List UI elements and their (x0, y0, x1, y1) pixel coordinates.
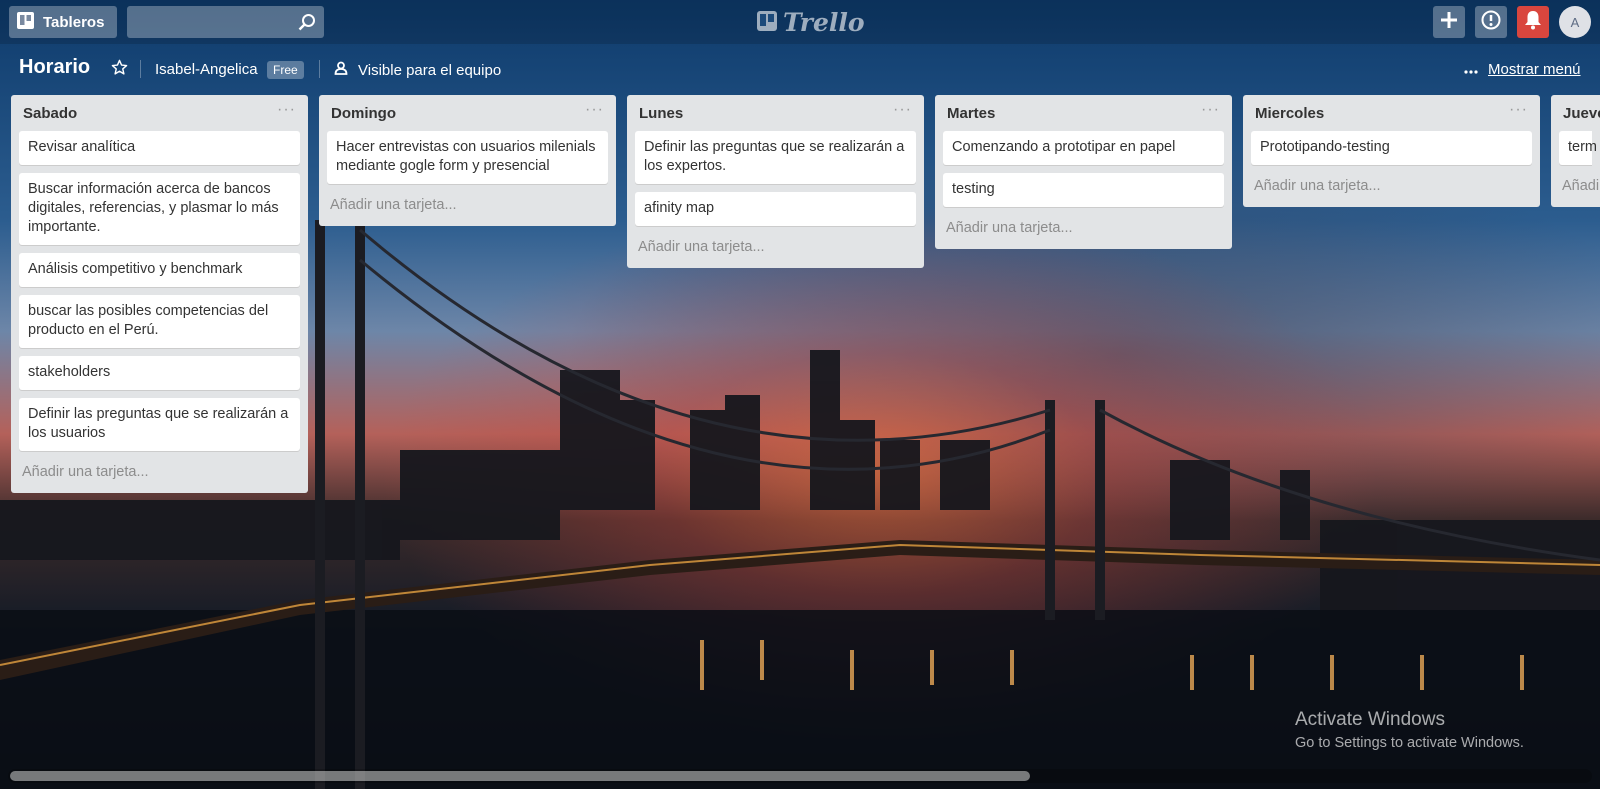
list-header[interactable]: Lunes ··· (635, 95, 916, 131)
list-title[interactable]: Martes (947, 105, 995, 122)
info-icon (1481, 10, 1501, 35)
card[interactable]: Prototipando-testing (1251, 131, 1532, 165)
list-miercoles: Miercoles ··· Prototipando-testing Añadi… (1243, 95, 1540, 207)
boards-label: Tableros (43, 13, 105, 31)
watermark-subtitle: Go to Settings to activate Windows. (1295, 735, 1524, 751)
add-card-button[interactable]: Añadir una tarjeta... (1251, 173, 1532, 201)
list-sabado: Sabado ··· Revisar analítica Buscar info… (11, 95, 308, 493)
notifications-button[interactable] (1517, 6, 1549, 38)
list-header[interactable]: Jueves (1559, 95, 1600, 131)
boards-button[interactable]: Tableros (9, 6, 117, 38)
list-menu-icon[interactable]: ··· (1201, 101, 1220, 119)
list-header[interactable]: Miercoles ··· (1251, 95, 1532, 131)
trello-logo[interactable]: Trello (757, 8, 865, 37)
list-header[interactable]: Sabado ··· (19, 95, 300, 131)
more-icon (1464, 61, 1478, 78)
add-card-button[interactable]: Añadi (1559, 173, 1599, 201)
visibility-label: Visible para el equipo (358, 61, 502, 79)
card[interactable]: Definir las preguntas que se realizarán … (19, 398, 300, 451)
search-icon[interactable] (298, 13, 316, 36)
plus-icon (1440, 11, 1458, 34)
card[interactable]: Comenzando a prototipar en papel (943, 131, 1224, 165)
card[interactable]: term (1559, 131, 1597, 165)
add-card-button[interactable]: Añadir una tarjeta... (635, 234, 916, 262)
search-box[interactable] (127, 6, 324, 40)
scrollbar-thumb[interactable] (10, 771, 1030, 781)
list-title[interactable]: Sabado (23, 105, 77, 122)
boards-icon (17, 11, 34, 33)
add-button[interactable] (1433, 6, 1465, 38)
board-title[interactable]: Horario (19, 56, 90, 79)
list-lunes: Lunes ··· Definir las preguntas que se r… (627, 95, 924, 268)
card[interactable]: Hacer entrevistas con usuarios milenials… (327, 131, 608, 184)
list-title[interactable]: Jueves (1563, 105, 1600, 122)
list-title[interactable]: Domingo (331, 105, 396, 122)
show-menu-label: Mostrar menú (1488, 61, 1581, 78)
list-jueves: Jueves term Añadi (1551, 95, 1600, 207)
watermark-title: Activate Windows (1295, 709, 1445, 730)
trello-logo-text: Trello (783, 8, 865, 37)
card[interactable]: Buscar información acerca de bancos digi… (19, 173, 300, 245)
visibility-button[interactable]: Visible para el equipo (334, 61, 501, 79)
team-visibility-icon (334, 61, 348, 79)
header-divider (140, 60, 141, 78)
list-domingo: Domingo ··· Hacer entrevistas con usuari… (319, 95, 616, 226)
list-martes: Martes ··· Comenzando a prototipar en pa… (935, 95, 1232, 249)
trello-logo-icon (757, 8, 777, 37)
bell-icon (1524, 10, 1542, 35)
add-card-button[interactable]: Añadir una tarjeta... (327, 192, 608, 220)
search-input[interactable] (127, 6, 297, 40)
list-title[interactable]: Lunes (639, 105, 683, 122)
card[interactable]: Análisis competitivo y benchmark (19, 253, 300, 287)
list-menu-icon[interactable]: ··· (585, 101, 604, 119)
card[interactable]: afinity map (635, 192, 916, 226)
card[interactable]: stakeholders (19, 356, 300, 390)
card[interactable]: buscar las posibles competencias del pro… (19, 295, 300, 348)
add-card-button[interactable]: Añadir una tarjeta... (943, 215, 1224, 243)
add-card-button[interactable]: Añadir una tarjeta... (19, 459, 300, 487)
team-name[interactable]: Isabel-Angelica (155, 61, 258, 78)
show-menu-button[interactable]: Mostrar menú (1464, 61, 1581, 78)
plan-badge: Free (267, 61, 304, 79)
windows-activation-watermark: Activate Windows Go to Settings to activ… (1295, 709, 1524, 751)
list-menu-icon[interactable]: ··· (277, 101, 296, 119)
star-icon[interactable] (111, 59, 128, 81)
card[interactable]: testing (943, 173, 1224, 207)
card[interactable]: Definir las preguntas que se realizarán … (635, 131, 916, 184)
list-menu-icon[interactable]: ··· (1509, 101, 1528, 119)
info-button[interactable] (1475, 6, 1507, 38)
list-title[interactable]: Miercoles (1255, 105, 1324, 122)
header-divider (319, 60, 320, 78)
avatar[interactable]: A (1559, 6, 1591, 38)
list-header[interactable]: Domingo ··· (327, 95, 608, 131)
card[interactable]: Revisar analítica (19, 131, 300, 165)
list-header[interactable]: Martes ··· (943, 95, 1224, 131)
list-menu-icon[interactable]: ··· (893, 101, 912, 119)
